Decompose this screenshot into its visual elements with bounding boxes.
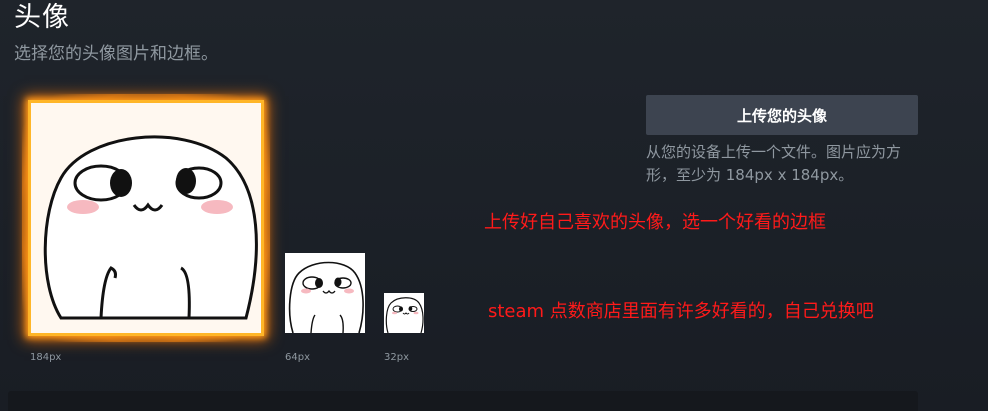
bottom-panel <box>8 391 918 411</box>
avatar-small <box>384 293 424 333</box>
avatar-large-size-label: 184px <box>30 352 62 363</box>
avatar-medium-image <box>285 253 365 333</box>
avatar-small-size-label: 32px <box>384 352 409 363</box>
avatar-large-image <box>31 103 261 333</box>
avatar-small-image <box>384 293 424 333</box>
annotation-upload-tip: 上传好自己喜欢的头像，选一个好看的边框 <box>484 212 826 233</box>
annotation-points-shop-tip: steam 点数商店里面有许多好看的，自己兑换吧 <box>488 301 874 322</box>
avatar-medium <box>285 253 365 333</box>
upload-avatar-button[interactable]: 上传您的头像 <box>646 95 918 135</box>
page-title: 头像 <box>14 2 70 33</box>
avatar-large-with-frame <box>22 94 270 342</box>
avatar-frame <box>28 100 264 336</box>
upload-hint-text: 从您的设备上传一个文件。图片应为方形，至少为 184px x 184px。 <box>646 143 902 184</box>
avatar-medium-size-label: 64px <box>285 352 310 363</box>
page-subtitle: 选择您的头像图片和边框。 <box>14 44 218 64</box>
